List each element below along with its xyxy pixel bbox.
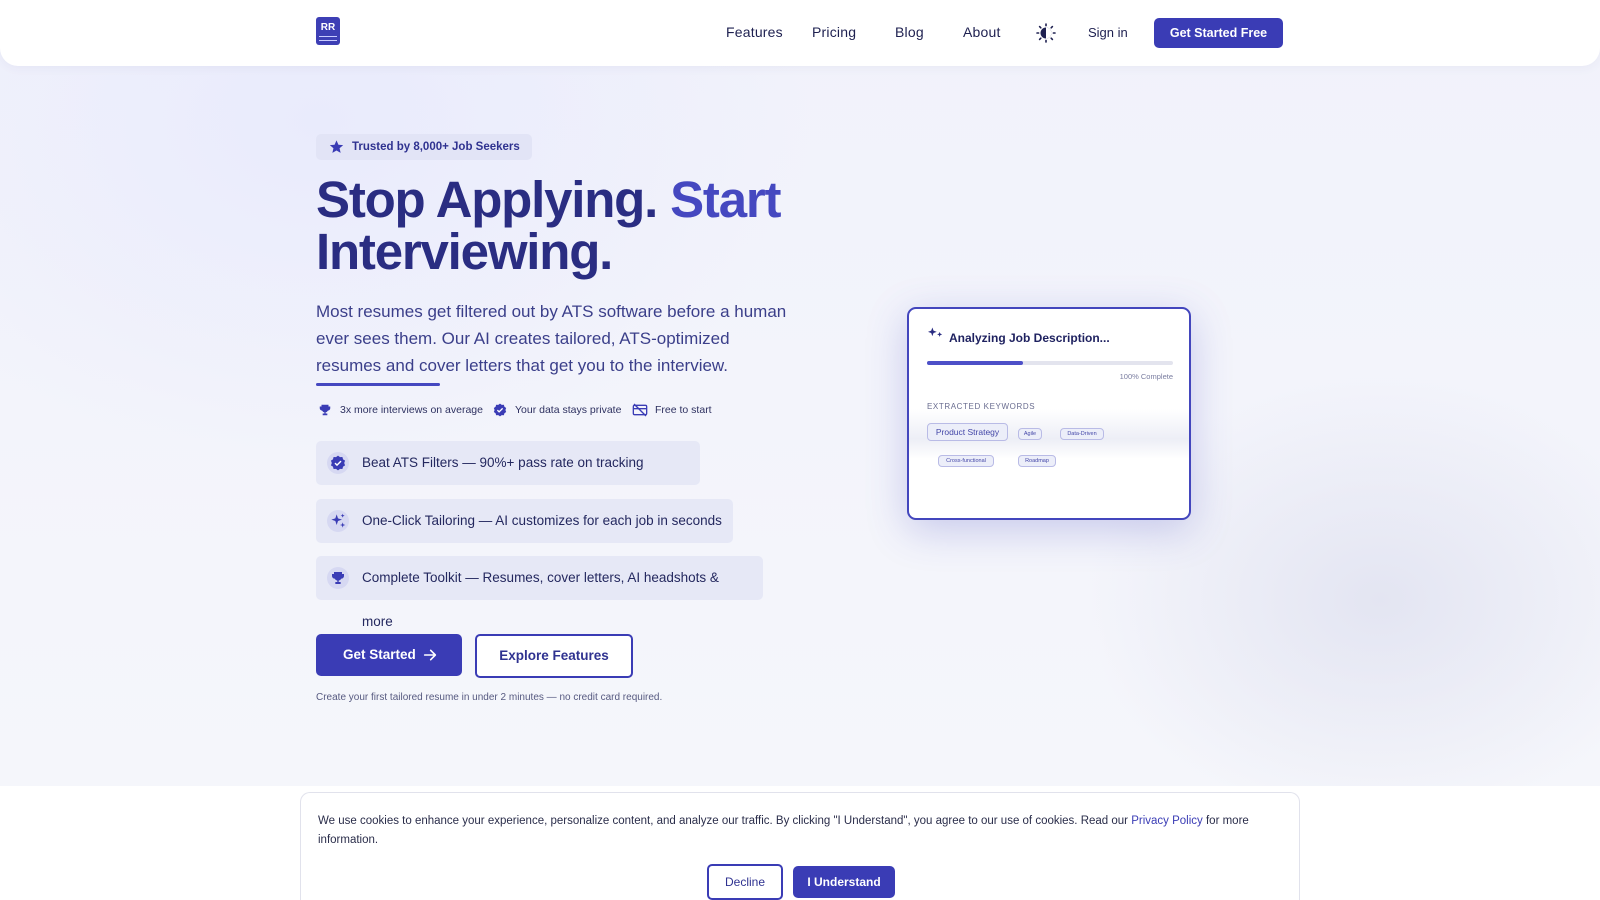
feature-toolkit: Complete Toolkit — Resumes, cover letter… <box>316 556 763 629</box>
title-part-3: Interviewing. <box>316 223 613 280</box>
progress-label: 100% Complete <box>1119 372 1173 381</box>
feature-ats: Beat ATS Filters — 90%+ pass rate on tra… <box>316 441 700 514</box>
keyword-chip: Roadmap <box>1018 455 1056 467</box>
cookie-text: We use cookies to enhance your experienc… <box>318 812 1278 850</box>
cookie-text-before: We use cookies to enhance your experienc… <box>318 815 1132 827</box>
contrast-icon[interactable] <box>1036 23 1056 43</box>
feature-tailoring: One-Click Tailoring — AI customizes for … <box>316 499 733 543</box>
verified-icon <box>493 403 507 422</box>
decline-button[interactable]: Decline <box>707 864 783 900</box>
subtitle-underline <box>316 383 440 386</box>
sparkles-icon <box>927 326 945 347</box>
logo[interactable]: RR <box>316 17 340 45</box>
keywords-heading: EXTRACTED KEYWORDS <box>927 402 1036 411</box>
nav-blog[interactable]: Blog <box>895 24 924 40</box>
analyzer-card: Analyzing Job Description... 100% Comple… <box>907 307 1191 520</box>
title-part-2: Start <box>670 171 781 228</box>
privacy-policy-link[interactable]: Privacy Policy <box>1131 815 1203 827</box>
arrow-right-icon <box>423 649 437 661</box>
site-header: RR Features Pricing Blog About Sign in G… <box>0 0 1600 66</box>
trophy-icon <box>318 403 332 422</box>
logo-text: RR <box>320 22 336 33</box>
keyword-chip: Product Strategy <box>927 423 1008 441</box>
nav-about[interactable]: About <box>963 24 1001 40</box>
logo-lines <box>319 36 337 41</box>
get-started-free-button[interactable]: Get Started Free <box>1154 18 1283 48</box>
feature-tailoring-text: One-Click Tailoring — AI customizes for … <box>362 513 722 528</box>
cta-fineprint: Create your first tailored resume in und… <box>316 692 663 703</box>
analyzer-title: Analyzing Job Description... <box>949 331 1110 345</box>
analyzer-progress-fill <box>927 361 1023 365</box>
sparkles-icon <box>327 510 349 532</box>
nav-features[interactable]: Features <box>726 24 783 40</box>
title-part-1: Stop Applying. <box>316 171 658 228</box>
trust-badge: Trusted by 8,000+ Job Seekers <box>316 134 532 160</box>
trophy-icon <box>327 567 349 589</box>
get-started-label: Get Started <box>343 647 416 662</box>
keyword-chip: Agile <box>1018 428 1042 440</box>
signin-link[interactable]: Sign in <box>1088 25 1128 40</box>
hero-subtitle: Most resumes get filtered out by ATS sof… <box>316 302 787 375</box>
star-icon <box>329 140 344 153</box>
keyword-chip: Cross-functional <box>938 455 994 467</box>
get-started-button[interactable]: Get Started <box>316 634 462 676</box>
explore-features-button[interactable]: Explore Features <box>475 634 633 678</box>
verified-badge-icon <box>327 452 349 474</box>
stat-free: Free to start <box>655 404 712 416</box>
keyword-chip: Data-Driven <box>1060 428 1104 440</box>
stat-interviews: 3x more interviews on average <box>340 404 483 416</box>
accept-cookies-button[interactable]: I Understand <box>793 866 895 898</box>
nav-pricing[interactable]: Pricing <box>812 24 856 40</box>
cookie-banner: We use cookies to enhance your experienc… <box>300 792 1300 900</box>
hero-background <box>0 0 1600 786</box>
stat-privacy: Your data stays private <box>515 404 622 416</box>
analyzer-progress <box>927 361 1173 365</box>
no-card-icon <box>632 403 648 422</box>
badge-text: Trusted by 8,000+ Job Seekers <box>352 141 520 153</box>
hero-title: Stop Applying. Start Interviewing. <box>316 174 836 278</box>
